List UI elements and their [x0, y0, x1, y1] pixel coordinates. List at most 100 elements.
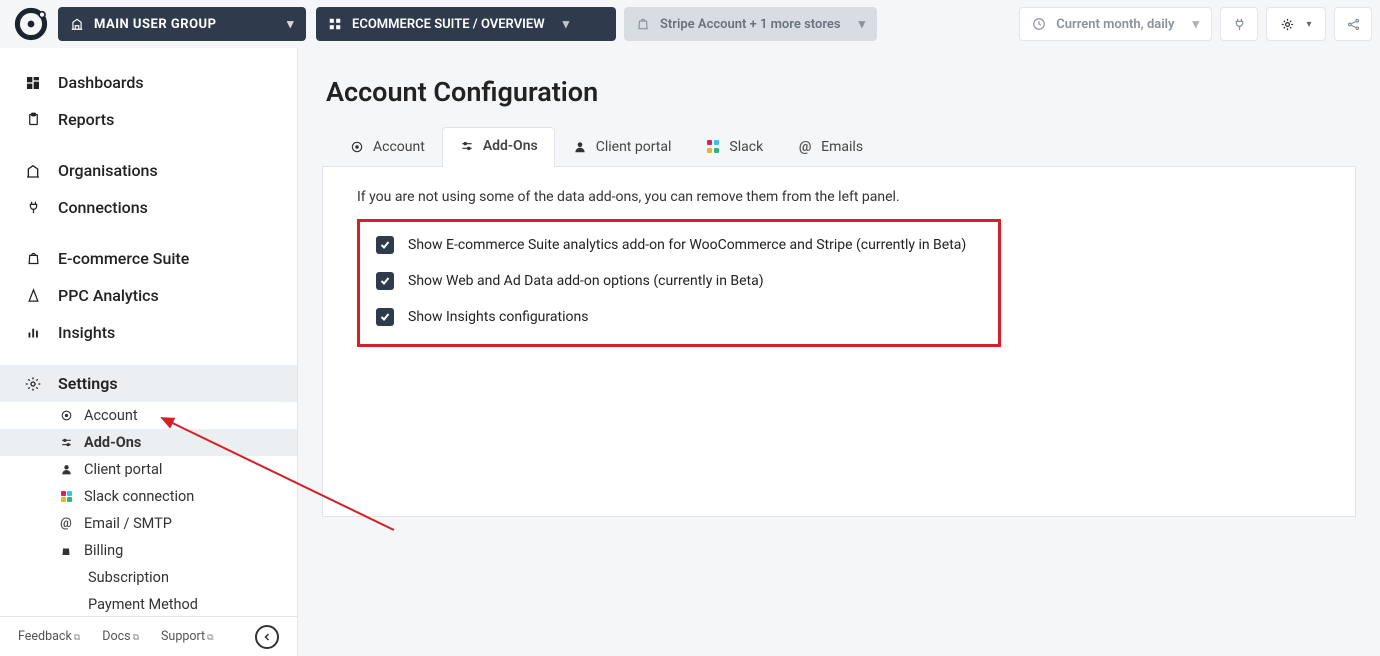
sidebar-billing-subscription[interactable]: Subscription [0, 564, 297, 591]
tab-account[interactable]: Account [332, 127, 442, 167]
target-icon [58, 409, 74, 422]
addon-row-insights[interactable]: Show Insights configurations [376, 308, 982, 326]
tab-label: Account [373, 139, 425, 155]
dashboard-icon [24, 75, 42, 91]
checkbox-checked-icon [376, 308, 394, 326]
sub-label: Add-Ons [84, 434, 141, 451]
tab-label: Slack [729, 139, 763, 155]
sidebar-item-label: Insights [58, 323, 115, 342]
daterange-selector[interactable]: Current month, daily ▾ [1019, 7, 1212, 41]
feedback-link[interactable]: Feedback⧉ [18, 629, 80, 644]
org-icon [70, 17, 84, 31]
tab-emails[interactable]: @ Emails [780, 127, 880, 167]
sidebar-sub-client-portal[interactable]: Client portal [0, 456, 297, 483]
sidebar-billing-payment-method[interactable]: Payment Method [0, 591, 297, 616]
bag-icon [636, 17, 650, 31]
tab-label: Client portal [596, 139, 672, 155]
target-icon [349, 139, 365, 155]
suite-selector[interactable]: ECOMMERCE SUITE / OVERVIEW ▾ [316, 7, 616, 41]
sidebar-item-dashboards[interactable]: Dashboards [0, 64, 297, 101]
addons-panel: If you are not using some of the data ad… [322, 167, 1356, 517]
tab-label: Emails [821, 139, 863, 155]
suite-label: ECOMMERCE SUITE / OVERVIEW [352, 17, 545, 32]
addon-row-ecommerce[interactable]: Show E-commerce Suite analytics add-on f… [376, 236, 982, 254]
sidebar-item-ppc[interactable]: PPC Analytics [0, 277, 297, 314]
share-icon [1346, 17, 1361, 32]
at-icon: @ [58, 516, 74, 531]
external-icon: ⧉ [74, 633, 80, 643]
sidebar-sub-account[interactable]: Account [0, 402, 297, 429]
sub-label: Email / SMTP [84, 515, 172, 532]
sub-label: Billing [84, 542, 123, 559]
store-label: Stripe Account + 1 more stores [660, 17, 841, 32]
user-group-label: MAIN USER GROUP [94, 17, 216, 32]
sidebar-item-connections[interactable]: Connections [0, 189, 297, 226]
at-icon: @ [797, 139, 813, 155]
plug-button[interactable] [1220, 7, 1258, 41]
chevron-down-icon: ▾ [1192, 17, 1199, 32]
sidebar-item-label: Reports [58, 110, 114, 129]
addon-label: Show Web and Ad Data add-on options (cur… [408, 273, 764, 289]
sliders-icon [58, 436, 74, 449]
tabs: Account Add-Ons Client portal Slack @ Em… [322, 126, 1356, 167]
external-icon: ⧉ [133, 633, 139, 643]
tab-client-portal[interactable]: Client portal [555, 127, 689, 167]
slack-icon [58, 491, 74, 502]
sidebar-sub-email[interactable]: @ Email / SMTP [0, 510, 297, 537]
panel-intro: If you are not using some of the data ad… [357, 189, 1321, 205]
ads-icon [24, 288, 42, 303]
clipboard-icon [24, 112, 42, 127]
addon-label: Show Insights configurations [408, 309, 588, 325]
sidebar-item-settings[interactable]: Settings [0, 365, 297, 402]
collapse-sidebar-button[interactable] [255, 625, 279, 649]
checkbox-checked-icon [376, 236, 394, 254]
plug-icon [1232, 17, 1247, 32]
page-title: Account Configuration [326, 76, 1352, 108]
tab-label: Add-Ons [483, 138, 538, 154]
sidebar: Dashboards Reports Organisations Connect… [0, 48, 298, 616]
chevron-down-icon: ▾ [859, 17, 866, 32]
sidebar-item-label: Settings [58, 374, 118, 393]
sidebar-sub-addons[interactable]: Add-Ons [0, 429, 297, 456]
grid-icon [328, 17, 342, 31]
sidebar-sub-billing[interactable]: Billing [0, 537, 297, 564]
chart-icon [24, 325, 42, 340]
sidebar-footer: Feedback⧉ Docs⧉ Support⧉ [0, 616, 298, 656]
chevron-down-icon: ▾ [563, 17, 570, 32]
theme-toggle-button[interactable]: ▾ [1266, 7, 1326, 41]
clock-icon [1032, 17, 1046, 31]
bag-icon [58, 545, 74, 557]
sidebar-item-reports[interactable]: Reports [0, 101, 297, 138]
user-icon [58, 463, 74, 476]
store-selector[interactable]: Stripe Account + 1 more stores ▾ [624, 7, 877, 41]
support-link[interactable]: Support⧉ [161, 629, 214, 644]
sidebar-item-label: PPC Analytics [58, 286, 159, 305]
sidebar-item-insights[interactable]: Insights [0, 314, 297, 351]
slack-icon [705, 139, 721, 155]
user-group-selector[interactable]: MAIN USER GROUP ▾ [58, 7, 306, 41]
sub-label: Client portal [84, 461, 162, 478]
tab-slack[interactable]: Slack [688, 127, 780, 167]
sidebar-sub-slack[interactable]: Slack connection [0, 483, 297, 510]
share-button[interactable] [1334, 7, 1372, 41]
sidebar-item-label: Organisations [58, 161, 158, 180]
app-logo-icon [14, 7, 48, 41]
sub-label: Account [84, 407, 138, 424]
tab-addons[interactable]: Add-Ons [442, 127, 555, 167]
main-content: Account Configuration Account Add-Ons Cl… [298, 48, 1380, 656]
sparkle-icon [1280, 17, 1295, 32]
addon-row-web-ad[interactable]: Show Web and Ad Data add-on options (cur… [376, 272, 982, 290]
gear-icon [24, 376, 42, 392]
bag-icon [24, 251, 42, 266]
checkbox-checked-icon [376, 272, 394, 290]
sidebar-item-ecommerce[interactable]: E-commerce Suite [0, 240, 297, 277]
sidebar-item-label: Dashboards [58, 73, 144, 92]
docs-link[interactable]: Docs⧉ [102, 629, 139, 644]
sidebar-item-organisations[interactable]: Organisations [0, 152, 297, 189]
sidebar-item-label: E-commerce Suite [58, 249, 189, 268]
arrow-left-icon [261, 631, 273, 643]
addons-highlight: Show E-commerce Suite analytics add-on f… [357, 219, 1001, 347]
chevron-down-icon: ▾ [1306, 19, 1311, 30]
sub-label: Slack connection [84, 488, 194, 505]
external-icon: ⧉ [207, 633, 213, 643]
